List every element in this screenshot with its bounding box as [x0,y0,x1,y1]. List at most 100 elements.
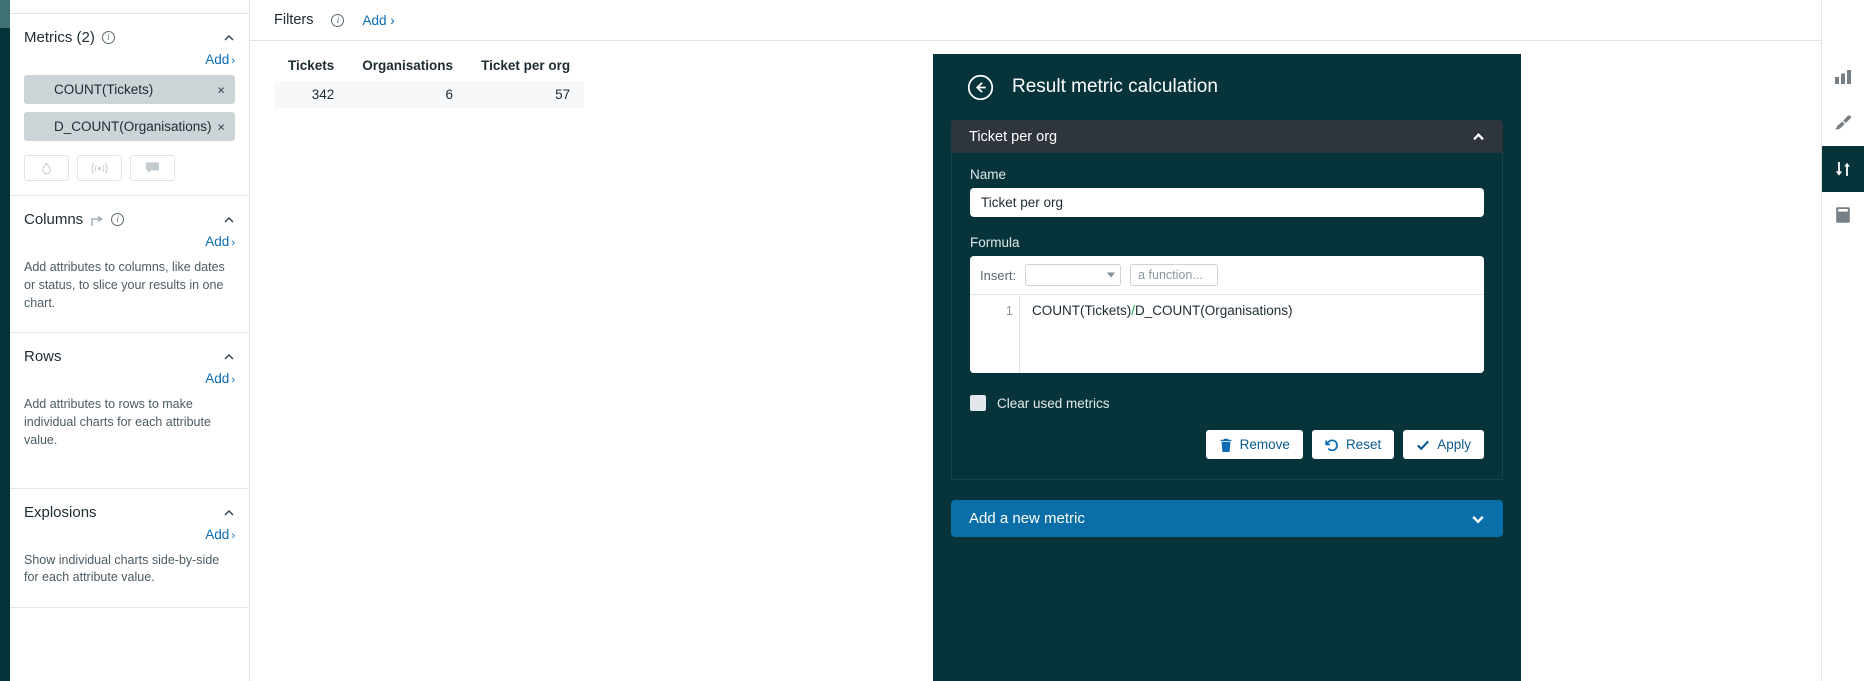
insert-select[interactable] [1025,264,1121,286]
sidebar-explosions-add-button[interactable]: Add› [24,521,235,542]
info-icon[interactable]: i [331,14,344,27]
table-cell: 6 [348,81,467,108]
table-header-cell: Ticket per org [467,53,584,81]
insert-label: Insert: [980,268,1016,283]
clear-used-metrics-row[interactable]: Clear used metrics [970,395,1484,411]
droplet-icon[interactable] [24,155,69,181]
rail-item-style[interactable] [1822,100,1864,146]
rail-item-calculator[interactable] [1822,192,1864,238]
chevron-up-icon[interactable] [223,351,235,363]
sidebar-section-metrics-title: Metrics (2) [24,29,95,46]
chevron-up-icon[interactable] [223,507,235,519]
left-accent-strip-body [0,28,10,681]
remove-button[interactable]: Remove [1206,430,1303,459]
reset-button[interactable]: Reset [1312,430,1394,459]
sidebar-columns-add-button[interactable]: Add› [24,228,235,249]
sidebar-section-columns-header: Columns i [24,196,235,228]
filters-bar: Filters i Add › [250,0,1864,41]
sidebar-rows-add-label: Add [205,371,229,386]
table-header-cell: Tickets [274,53,348,81]
comment-icon[interactable] [130,155,175,181]
chevron-right-icon: › [231,237,235,249]
undo-icon [1325,438,1339,452]
info-icon[interactable]: i [102,31,115,44]
remove-button-label: Remove [1240,437,1290,452]
metric-chip-label: COUNT(Tickets) [54,82,153,97]
chevron-down-icon [1107,273,1115,278]
arrow-left-circle-icon[interactable] [967,74,994,101]
panel-header: Result metric calculation [951,54,1503,120]
chevron-right-icon: › [231,55,235,67]
info-icon[interactable]: i [111,213,124,226]
close-icon[interactable]: × [217,119,225,134]
broadcast-icon[interactable] [77,155,122,181]
sort-icon [1834,160,1852,178]
result-metric-panel: Result metric calculation Ticket per org… [933,54,1521,681]
sidebar-section-metrics: Metrics (2) i Add› COUNT(Tickets) × D_CO… [10,14,249,196]
metric-tool-buttons [24,155,235,181]
formula-field-label: Formula [970,235,1484,250]
formula-insert-toolbar: Insert: [970,256,1484,295]
metric-chip-label: D_COUNT(Organisations) [54,119,212,134]
formula-text: COUNT(Tickets)/D_COUNT(Organisations) [1020,295,1484,373]
rail-spacer [1822,0,1864,54]
metric-card: Ticket per org Name Formula Insert: [951,120,1503,480]
rail-item-chart[interactable] [1822,54,1864,100]
filters-label: Filters [274,12,313,28]
close-icon[interactable]: × [217,82,225,97]
apply-button[interactable]: Apply [1403,430,1484,459]
sidebar-rows-hint: Add attributes to rows to make individua… [24,386,235,487]
chevron-up-icon[interactable] [1471,129,1486,144]
add-new-metric-label: Add a new metric [969,510,1085,527]
reset-button-label: Reset [1346,437,1381,452]
table-row: 342 6 57 [274,81,584,108]
metric-chip[interactable]: COUNT(Tickets) × [24,75,235,104]
check-icon [1416,438,1430,452]
clear-used-metrics-checkbox[interactable] [970,395,986,411]
paintbrush-icon [1834,114,1852,132]
metric-card-header[interactable]: Ticket per org [951,120,1503,153]
chevron-right-icon: › [231,530,235,542]
function-input[interactable] [1130,264,1218,286]
sidebar-section-columns-title: Columns [24,211,83,228]
sidebar-columns-hint: Add attributes to columns, like dates or… [24,249,235,332]
chevron-up-icon[interactable] [223,32,235,44]
table-cell: 57 [467,81,584,108]
page-title: Result metric calculation [1012,76,1218,98]
right-icon-rail [1821,0,1864,681]
calculator-icon [1834,206,1852,224]
chevron-right-icon: › [231,374,235,386]
clear-used-metrics-label: Clear used metrics [997,396,1110,411]
metric-action-buttons: Remove Reset Apply [970,430,1484,459]
sidebar-section-explosions: Explosions Add› Show individual charts s… [10,489,249,609]
table-cell: 342 [274,81,348,108]
sidebar-section-metrics-header: Metrics (2) i [24,14,235,46]
results-table: Tickets Organisations Ticket per org 342… [274,53,584,108]
table-header-cell: Organisations [348,53,467,81]
add-new-metric-button[interactable]: Add a new metric [951,500,1503,537]
sidebar-section-columns: Columns i Add› Add attributes to columns… [10,196,249,333]
sidebar-explosions-hint: Show individual charts side-by-side for … [24,542,235,608]
chevron-right-icon: › [387,13,395,28]
rail-item-sort[interactable] [1822,146,1864,192]
filters-add-label: Add [362,13,386,28]
formula-code-area[interactable]: 1 COUNT(Tickets)/D_COUNT(Organisations) [970,295,1484,373]
filters-add-button[interactable]: Add › [362,13,394,28]
chevron-down-icon[interactable] [1470,511,1486,527]
sidebar-section-rows: Rows Add› Add attributes to rows to make… [10,333,249,488]
metric-chip[interactable]: D_COUNT(Organisations) × [24,112,235,141]
sidebar-metrics-add-button[interactable]: Add› [24,46,235,67]
app-root: Metrics (2) i Add› COUNT(Tickets) × D_CO… [0,0,1864,681]
code-line-number: 1 [970,295,1020,373]
swap-axis-icon[interactable] [90,214,104,226]
left-accent-strip [0,0,10,681]
trash-icon [1219,438,1233,452]
chevron-up-icon[interactable] [223,214,235,226]
formula-editor: Insert: 1 COUNT(Tickets)/D_COUNT(Organis… [970,256,1484,373]
sidebar-section-rows-header: Rows [24,333,235,365]
name-input[interactable] [970,188,1484,217]
sidebar-section-explosions-header: Explosions [24,489,235,521]
sidebar-rows-add-button[interactable]: Add› [24,365,235,386]
sidebar-metrics-add-label: Add [205,52,229,67]
apply-button-label: Apply [1437,437,1471,452]
